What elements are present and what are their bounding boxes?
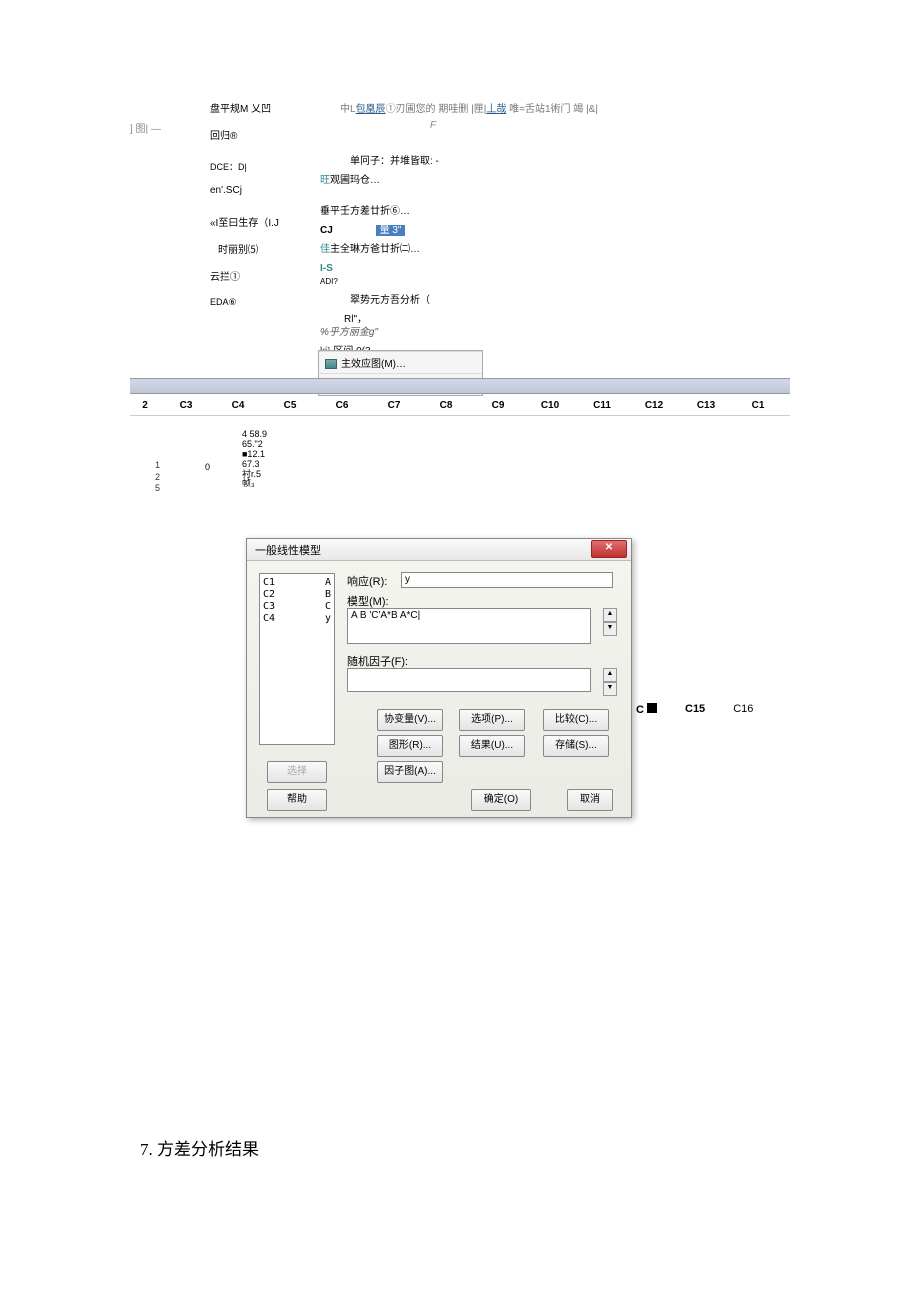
worksheet-bar [130,378,790,394]
chevron-up-icon[interactable]: ▲ [603,668,617,682]
ext-col-headers: C C15 C16 [636,703,753,716]
menu-left-7[interactable]: 云拦① [210,268,310,283]
menu-right-4[interactable]: I-SADI? [320,262,500,288]
glm-dialog: 一般线性模型 ✕ C1A C2B C3C C4y 响应(R): y 模型(M):… [246,538,632,818]
response-input[interactable]: y [401,572,613,588]
menu-left-1[interactable]: 盘平规M 乂凹 [210,100,310,115]
close-button[interactable]: ✕ [591,540,627,558]
dialog-titlebar[interactable]: 一般线性模型 ✕ [247,539,631,561]
menu-left-3[interactable]: DCE：D| [210,160,310,173]
col-h-11[interactable]: C13 [680,400,732,411]
col-h-7[interactable]: C9 [472,400,524,411]
menu-right-column: 单冋子：并堆皆取: - 旺观圃玛仓… 垂平壬方差廿折⑥… CJ 量 3" 佳主全… [320,155,500,364]
hint-link-1[interactable]: 包凰辰 [356,104,386,115]
col-h-1[interactable]: C3 [160,400,212,411]
f-italic: F [430,120,436,131]
help-button[interactable]: 帮助 [267,789,327,811]
menu-right-2[interactable]: CJ 量 3" [320,224,500,237]
model-label: 模型(M): [347,593,389,609]
ext-c15: C15 [685,703,705,716]
factor-plot-button[interactable]: 因子图(A)... [377,761,443,783]
square-icon [647,703,657,713]
ext-c16: C16 [733,703,753,716]
section-title: 7. 方差分析结果 [140,1135,259,1160]
main-effects-icon [325,359,337,369]
dialog-title-text: 一般线性模型 [255,545,321,557]
random-factors-input[interactable] [347,668,591,692]
menu-left-2[interactable]: 回归® [210,127,310,142]
cancel-button[interactable]: 取消 [567,789,613,811]
data-zero: 0 [205,462,210,472]
col-h-6[interactable]: C8 [420,400,472,411]
menu-left-5[interactable]: «I至曰生存（I.J [210,214,310,229]
col-h-2[interactable]: C4 [212,400,264,411]
column-headers: 2 C3 C4 C5 C6 C7 C8 C9 C10 C11 C12 C13 C… [130,400,790,416]
menu-right-1[interactable]: 垂平壬方差廿折⑥… [320,205,500,218]
col-h-10[interactable]: C12 [628,400,680,411]
options-button[interactable]: 选项(P)... [459,709,525,731]
top-hint-bar: 中L包凰辰①刃圃您的 期哇删 |匣|丄哉 唯=舌站1術门 竭 |&| [340,100,598,115]
col-h-12[interactable]: C1 [732,400,784,411]
col-h-0[interactable]: 2 [130,400,160,411]
chevron-down-icon[interactable]: ▼ [603,682,617,696]
data-column: 4 58.9 65."2 ■12.1 67.3 衬r.5 帧₃ [242,430,267,489]
menu-right-6[interactable]: Rl"，%乎方丽金g" [344,313,500,339]
chevron-down-icon[interactable]: ▼ [603,622,617,636]
menu-right-5[interactable]: 翠势元方吾分析（ [350,294,500,307]
col-h-3[interactable]: C5 [264,400,316,411]
chevron-up-icon[interactable]: ▲ [603,608,617,622]
menu-left-8[interactable]: EDA⑥ [210,297,310,308]
random-spinner[interactable]: ▲ ▼ [603,668,617,696]
covariates-button[interactable]: 协变量(V)... [377,709,443,731]
select-button: 选择 [267,761,327,783]
hint-link-2[interactable]: 丄哉 [486,104,506,115]
graphs-button[interactable]: 图形(R)... [377,735,443,757]
model-input[interactable]: A B 'C'A*B A*C| [347,608,591,644]
random-factors-label: 随机因子(F): [347,653,408,669]
col-h-8[interactable]: C10 [524,400,576,411]
model-spinner[interactable]: ▲ ▼ [603,608,617,636]
submenu-main-effects[interactable]: 主效应图(M)… [319,351,482,373]
col-h-9[interactable]: C11 [576,400,628,411]
menu-left-column: 盘平规M 乂凹 回归® DCE：D| en'.SCj «I至曰生存（I.J 时丽… [210,100,310,320]
menu-left-6[interactable]: 时丽别⑸ [218,241,310,256]
results-button[interactable]: 结果(U)... [459,735,525,757]
response-label: 响应(R): [347,573,387,589]
variable-listbox[interactable]: C1A C2B C3C C4y [259,573,335,745]
ok-button[interactable]: 确定(O) [471,789,531,811]
row-numbers: 1 2 5 [150,460,160,495]
menu-right-3[interactable]: 佳主全琳方爸廿折㈡… [320,243,500,256]
graph-label: ] 图| — [130,120,161,135]
col-h-5[interactable]: C7 [368,400,420,411]
col-h-4[interactable]: C6 [316,400,368,411]
storage-button[interactable]: 存储(S)... [543,735,609,757]
comparisons-button[interactable]: 比较(C)... [543,709,609,731]
menu-right-0b[interactable]: 旺观圃玛仓… [320,174,500,187]
menu-right-0a[interactable]: 单冋子：并堆皆取: - [350,155,500,168]
menu-left-4[interactable]: en'.SCj [210,185,310,196]
ext-c14: C [636,703,657,716]
